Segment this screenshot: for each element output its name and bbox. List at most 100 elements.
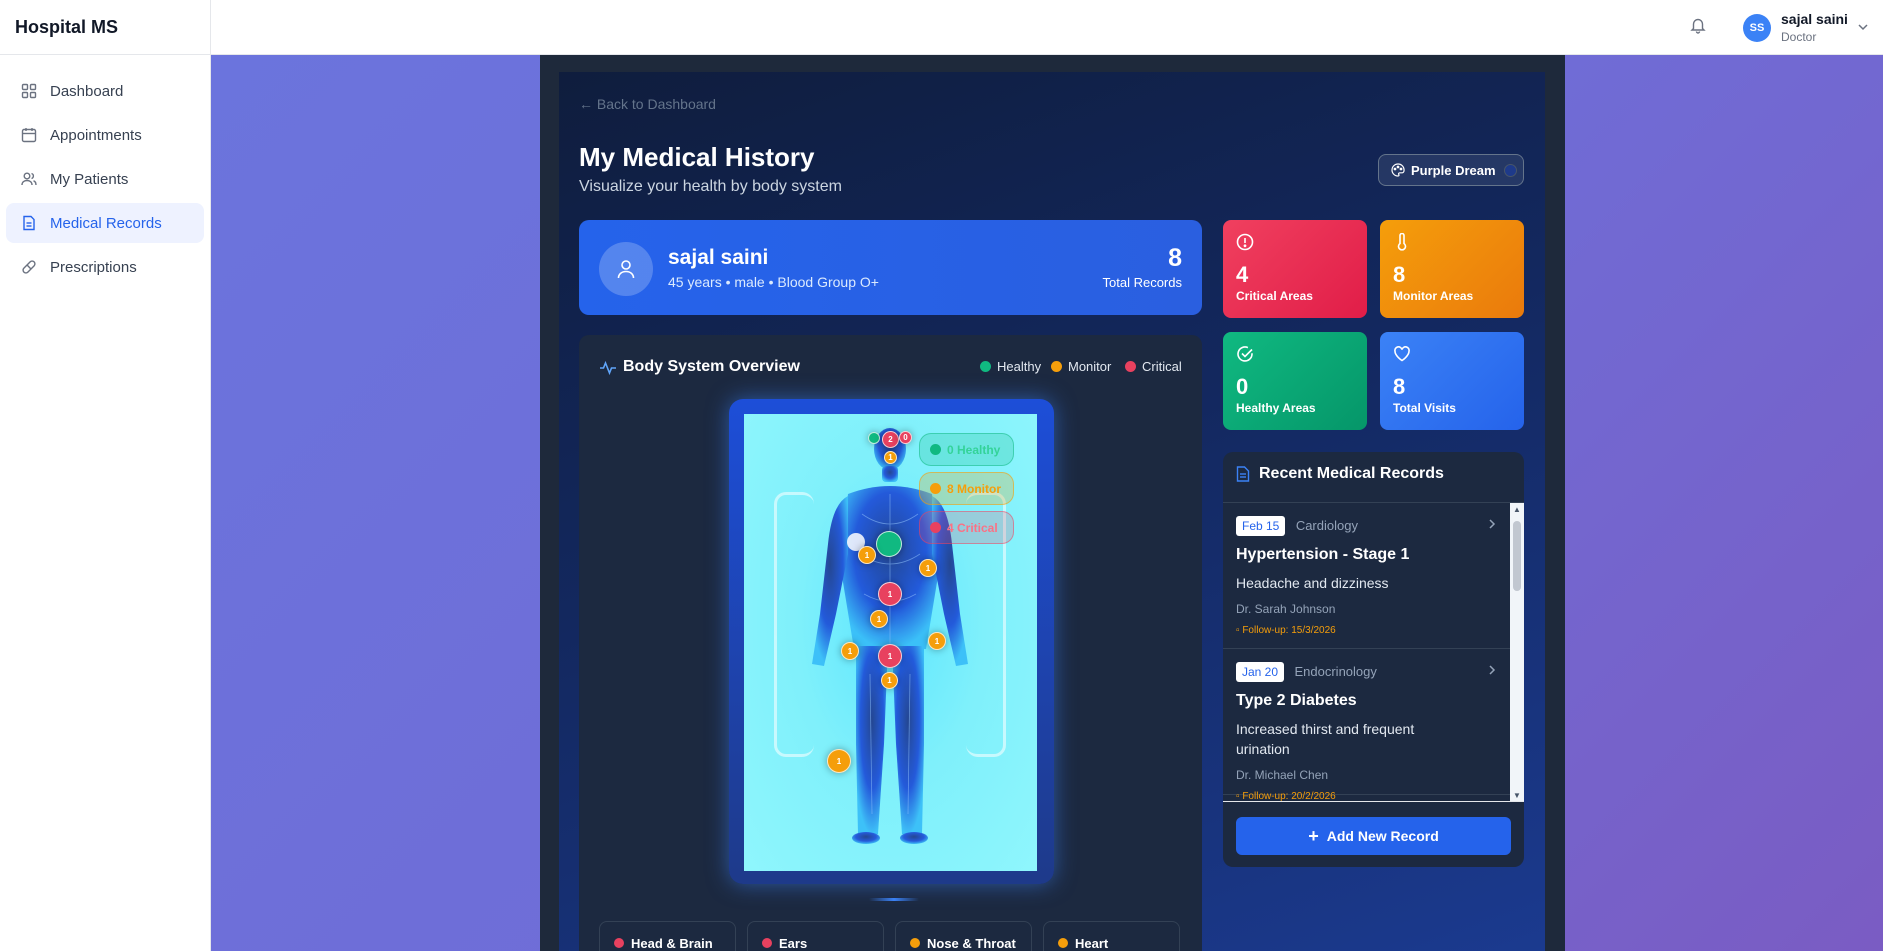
document-icon [1236,466,1252,484]
stat-label: Healthy Areas [1236,401,1316,415]
stat-card-healthy: 0 Healthy Areas [1223,332,1367,430]
stat-label: Monitor Areas [1393,289,1474,303]
body-marker[interactable]: 2 [882,431,899,448]
add-new-record-button[interactable]: + Add New Record [1236,817,1511,855]
monitor-count-chip: 8 Monitor [919,472,1014,505]
record-department: Endocrinology [1294,664,1377,679]
records-list[interactable]: Feb 15 Cardiology Hypertension - Stage 1… [1223,502,1524,802]
body-marker[interactable] [868,432,880,444]
user-name[interactable]: sajal saini [1781,11,1848,27]
records-scrollbar[interactable]: ▲ ▼ [1510,503,1524,801]
sidebar-item-medical-records[interactable]: Medical Records [6,203,204,243]
record-description: Increased thirst and frequent urination [1236,721,1415,757]
sidebar-item-label: Prescriptions [50,258,137,276]
top-bar: SS sajal saini Doctor [211,0,1883,55]
body-marker[interactable]: 1 [841,642,859,660]
page-title: My Medical History [579,142,815,172]
document-icon [20,214,38,232]
user-avatar[interactable]: SS [1743,14,1771,42]
body-marker[interactable]: 1 [878,644,902,668]
tile-label: Nose & Throat [927,936,1016,951]
follow-up-text: Follow-up: 15/3/2026 [1242,625,1336,636]
status-dot [910,938,920,948]
body-marker[interactable]: 1 [870,610,888,628]
scroll-thumb[interactable] [1513,521,1521,591]
tile-head-brain[interactable]: Head & Brain [599,921,736,951]
tile-ears[interactable]: Ears [747,921,884,951]
chevron-down-icon[interactable] [1857,20,1871,34]
palette-icon [1391,163,1405,177]
grid-icon [20,82,38,100]
legend-label: Monitor [1068,359,1112,374]
overview-title: Body System Overview [623,358,800,375]
brand-title: Hospital MS [0,0,210,55]
record-doctor: Dr. Michael Chen [1236,768,1329,782]
sidebar-item-prescriptions[interactable]: Prescriptions [6,247,204,287]
sidebar-item-label: Appointments [50,126,142,144]
scroll-up-icon[interactable]: ▲ [1513,505,1521,514]
body-marker[interactable]: 1 [928,632,946,650]
record-item[interactable]: Feb 15 Cardiology Hypertension - Stage 1… [1223,503,1524,649]
theme-selector-button[interactable]: Purple Dream [1378,154,1524,186]
main-area: ← Back to Dashboard My Medical History V… [211,55,1883,951]
page-subtitle: Visualize your health by body system [579,178,842,195]
pill-icon [20,258,38,276]
body-marker[interactable]: 0 [899,431,912,444]
legend-dot [1051,361,1062,372]
record-item[interactable]: Jan 20 Endocrinology Type 2 Diabetes Inc… [1223,649,1524,801]
heart-icon [1393,345,1413,365]
stat-value: 4 [1236,262,1249,287]
bell-icon[interactable] [1689,16,1711,38]
medical-history-panel: ← Back to Dashboard My Medical History V… [559,72,1545,951]
thermometer-icon [1393,232,1413,253]
legend-label: Critical [1142,359,1182,374]
chevron-right-icon[interactable] [1486,517,1498,529]
tile-heart[interactable]: Heart [1043,921,1180,951]
stat-card-visits: 8 Total Visits [1380,332,1524,430]
body-marker[interactable]: 1 [919,559,937,577]
follow-up-text: Follow-up: 20/2/2026 [1242,791,1336,802]
theme-swatch [1503,163,1517,177]
stat-value: 8 [1393,262,1406,287]
record-follow-up: ▫ Follow-up: 15/3/2026 [1236,625,1524,636]
scroll-down-icon[interactable]: ▼ [1513,791,1521,800]
users-icon [20,170,38,188]
plus-icon: + [1308,826,1319,846]
sidebar-item-my-patients[interactable]: My Patients [6,159,204,199]
patient-meta: 45 years • male • Blood Group O+ [668,274,879,290]
tile-nose-throat[interactable]: Nose & Throat [895,921,1032,951]
back-to-dashboard-link[interactable]: ← Back to Dashboard [579,96,716,112]
status-dot [614,938,624,948]
record-department: Cardiology [1295,518,1358,533]
critical-count-chip: 4 Critical [919,511,1014,544]
sidebar-item-appointments[interactable]: Appointments [6,115,204,155]
record-doctor: Dr. Sarah Johnson [1236,602,1336,616]
legend-label: Healthy [997,359,1042,374]
sidebar-item-dashboard[interactable]: Dashboard [6,71,204,111]
tile-label: Heart [1075,936,1109,951]
body-marker[interactable]: 1 [827,749,851,773]
record-title: Hypertension - Stage 1 [1236,546,1410,563]
sidebar-item-label: My Patients [50,170,129,188]
chip-label: 4 Critical [947,520,998,535]
total-records-label: Total Records [1102,275,1182,290]
legend-monitor: Monitor [1051,359,1111,374]
tile-label: Head & Brain [631,936,713,951]
status-dot [762,938,772,948]
sidebar: Hospital MS Dashboard Appointments My Pa… [0,0,211,951]
status-dot [1058,938,1068,948]
legend-healthy: Healthy [980,359,1041,374]
body-marker[interactable]: 1 [884,451,897,464]
body-marker[interactable]: 1 [881,672,898,689]
sidebar-item-label: Medical Records [50,214,162,232]
body-marker[interactable]: 1 [858,546,876,564]
chevron-right-icon[interactable] [1486,663,1498,675]
chip-label: 8 Monitor [947,481,1001,496]
device-glow-line [869,898,919,901]
chip-dot [930,444,941,455]
body-marker[interactable] [876,531,902,557]
body-marker[interactable]: 1 [878,582,902,606]
healthy-count-chip: 0 Healthy [919,433,1014,466]
chip-dot [930,483,941,494]
patient-name: sajal saini [668,246,769,269]
